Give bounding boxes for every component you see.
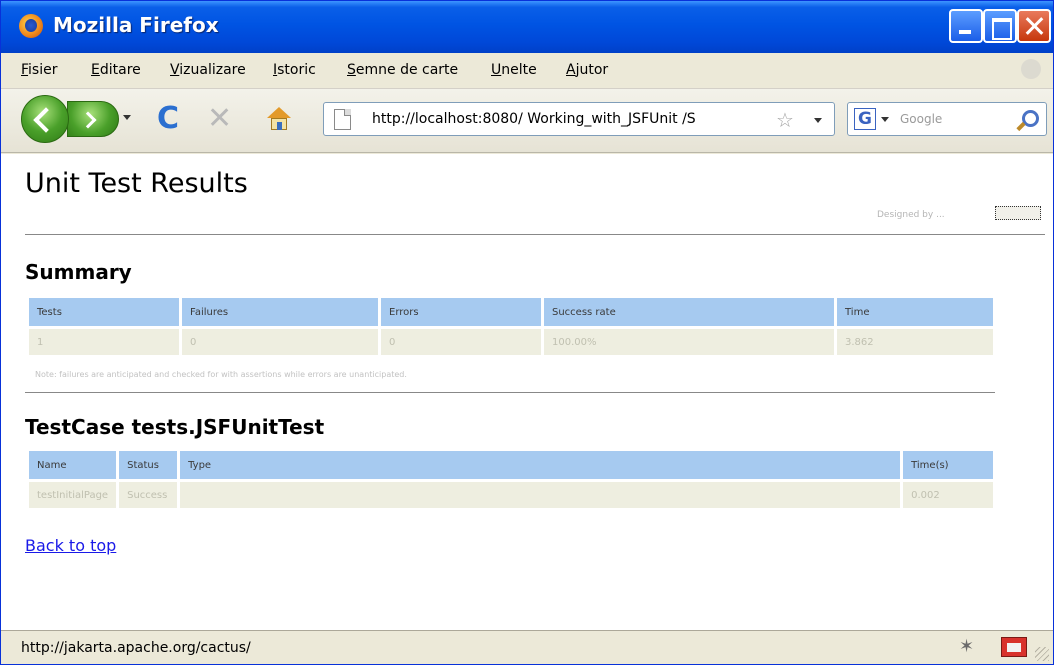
menu-istoric-label: storic: [277, 62, 316, 78]
menu-vizualizare-label: izualizare: [179, 62, 246, 78]
cell-time-s: 0.002: [903, 482, 993, 508]
cell-failures: 0: [182, 329, 378, 355]
cell-time: 3.862: [837, 329, 993, 355]
col-failures: Failures: [182, 298, 378, 326]
addon-icon[interactable]: [1001, 637, 1027, 657]
throbber-icon: [1021, 59, 1041, 79]
home-icon[interactable]: [263, 103, 293, 135]
menu-bar: Fisier Editare Vizualizare Istoric Semne…: [1, 53, 1053, 89]
page-content: Unit Test Results Designed by ... Summar…: [1, 154, 1053, 630]
resize-grip[interactable]: [1035, 647, 1049, 661]
menu-unelte-label: nelte: [501, 62, 537, 78]
stop-icon[interactable]: ✕: [207, 103, 237, 135]
firefox-icon: [19, 14, 43, 38]
ant-logo-link[interactable]: [995, 206, 1041, 220]
divider: [25, 392, 995, 393]
back-to-top-link[interactable]: Back to top: [25, 536, 116, 555]
search-engine-dropdown-icon[interactable]: [881, 117, 889, 122]
window-title: Mozilla Firefox: [53, 13, 219, 37]
title-bar: Mozilla Firefox: [1, 1, 1053, 53]
cell-name: testInitialPage: [29, 482, 117, 508]
status-bar: http://jakarta.apache.org/cactus/ ✶: [1, 630, 1053, 664]
cell-tests: 1: [29, 329, 179, 355]
menu-ajutor[interactable]: Ajutor: [566, 62, 608, 78]
menu-ajutor-label: jutor: [575, 62, 609, 78]
back-icon[interactable]: [21, 95, 69, 143]
menu-fisier[interactable]: Fisier: [21, 62, 58, 78]
url-dropdown-icon[interactable]: [814, 118, 822, 123]
cell-status: Success: [119, 482, 178, 508]
menu-fisier-label: isier: [28, 62, 58, 78]
cell-type: [180, 482, 901, 508]
menu-editare-accel: E: [91, 62, 100, 78]
search-icon[interactable]: [1016, 108, 1040, 132]
url-text[interactable]: http://localhost:8080/ Working_with_JSFU…: [372, 111, 696, 127]
cell-errors: 0: [381, 329, 541, 355]
history-dropdown-icon[interactable]: [123, 115, 131, 120]
menu-vizualizare-accel: V: [170, 62, 180, 78]
home-door: [277, 122, 282, 130]
table-header-row: Tests Failures Errors Success rate Time: [29, 298, 993, 326]
table-row: 1 0 0 100.00% 3.862: [29, 329, 993, 355]
col-name: Name: [29, 451, 117, 479]
testcase-heading: TestCase tests.JSFUnitTest: [25, 415, 325, 439]
summary-heading: Summary: [25, 260, 132, 284]
address-bar[interactable]: http://localhost:8080/ Working_with_JSFU…: [323, 102, 835, 136]
menu-editare[interactable]: Editare: [91, 62, 141, 78]
col-errors: Errors: [381, 298, 541, 326]
col-status: Status: [119, 451, 178, 479]
col-success-rate: Success rate: [544, 298, 834, 326]
col-type: Type: [180, 451, 901, 479]
home-roof: [267, 107, 291, 118]
forward-icon[interactable]: [67, 101, 119, 137]
star-icon[interactable]: ☆: [776, 108, 794, 132]
menu-semne-label: emne de carte: [355, 62, 459, 78]
navigation-toolbar: C ✕ http://localhost:8080/ Working_with_…: [1, 89, 1053, 153]
menu-semne-de-carte[interactable]: Semne de carte: [347, 62, 458, 78]
reload-icon[interactable]: C: [157, 103, 187, 135]
google-icon[interactable]: G: [854, 108, 876, 130]
menu-semne-accel: S: [347, 62, 356, 78]
page-title: Unit Test Results: [25, 168, 248, 199]
maximize-button[interactable]: [983, 9, 1017, 43]
summary-table: Tests Failures Errors Success rate Time …: [26, 295, 996, 358]
cell-success-rate: 100.00%: [544, 329, 834, 355]
designed-by-text: Designed by ...: [877, 210, 945, 220]
page-icon: [334, 109, 351, 130]
summary-note: Note: failures are anticipated and check…: [35, 370, 407, 379]
menu-editare-label: ditare: [99, 62, 141, 78]
divider: [25, 234, 1045, 235]
menu-unelte-accel: U: [491, 62, 502, 78]
bug-icon[interactable]: ✶: [959, 636, 981, 658]
minimize-button[interactable]: [949, 9, 983, 43]
col-tests: Tests: [29, 298, 179, 326]
menu-fisier-accel: F: [21, 62, 29, 78]
table-header-row: Name Status Type Time(s): [29, 451, 993, 479]
close-button[interactable]: [1017, 9, 1051, 43]
menu-vizualizare[interactable]: Vizualizare: [170, 62, 246, 78]
col-time: Time: [837, 298, 993, 326]
status-text: http://jakarta.apache.org/cactus/: [21, 640, 251, 656]
testcase-table: Name Status Type Time(s) testInitialPage…: [26, 448, 996, 511]
menu-istoric[interactable]: Istoric: [273, 62, 316, 78]
col-time-s: Time(s): [903, 451, 993, 479]
menu-unelte[interactable]: Unelte: [491, 62, 537, 78]
search-input[interactable]: Google: [900, 112, 942, 126]
browser-window: Mozilla Firefox Fisier Editare Vizualiza…: [0, 0, 1054, 665]
menu-ajutor-accel: A: [566, 62, 576, 78]
search-bar[interactable]: G Google: [847, 102, 1047, 136]
table-row: testInitialPage Success 0.002: [29, 482, 993, 508]
